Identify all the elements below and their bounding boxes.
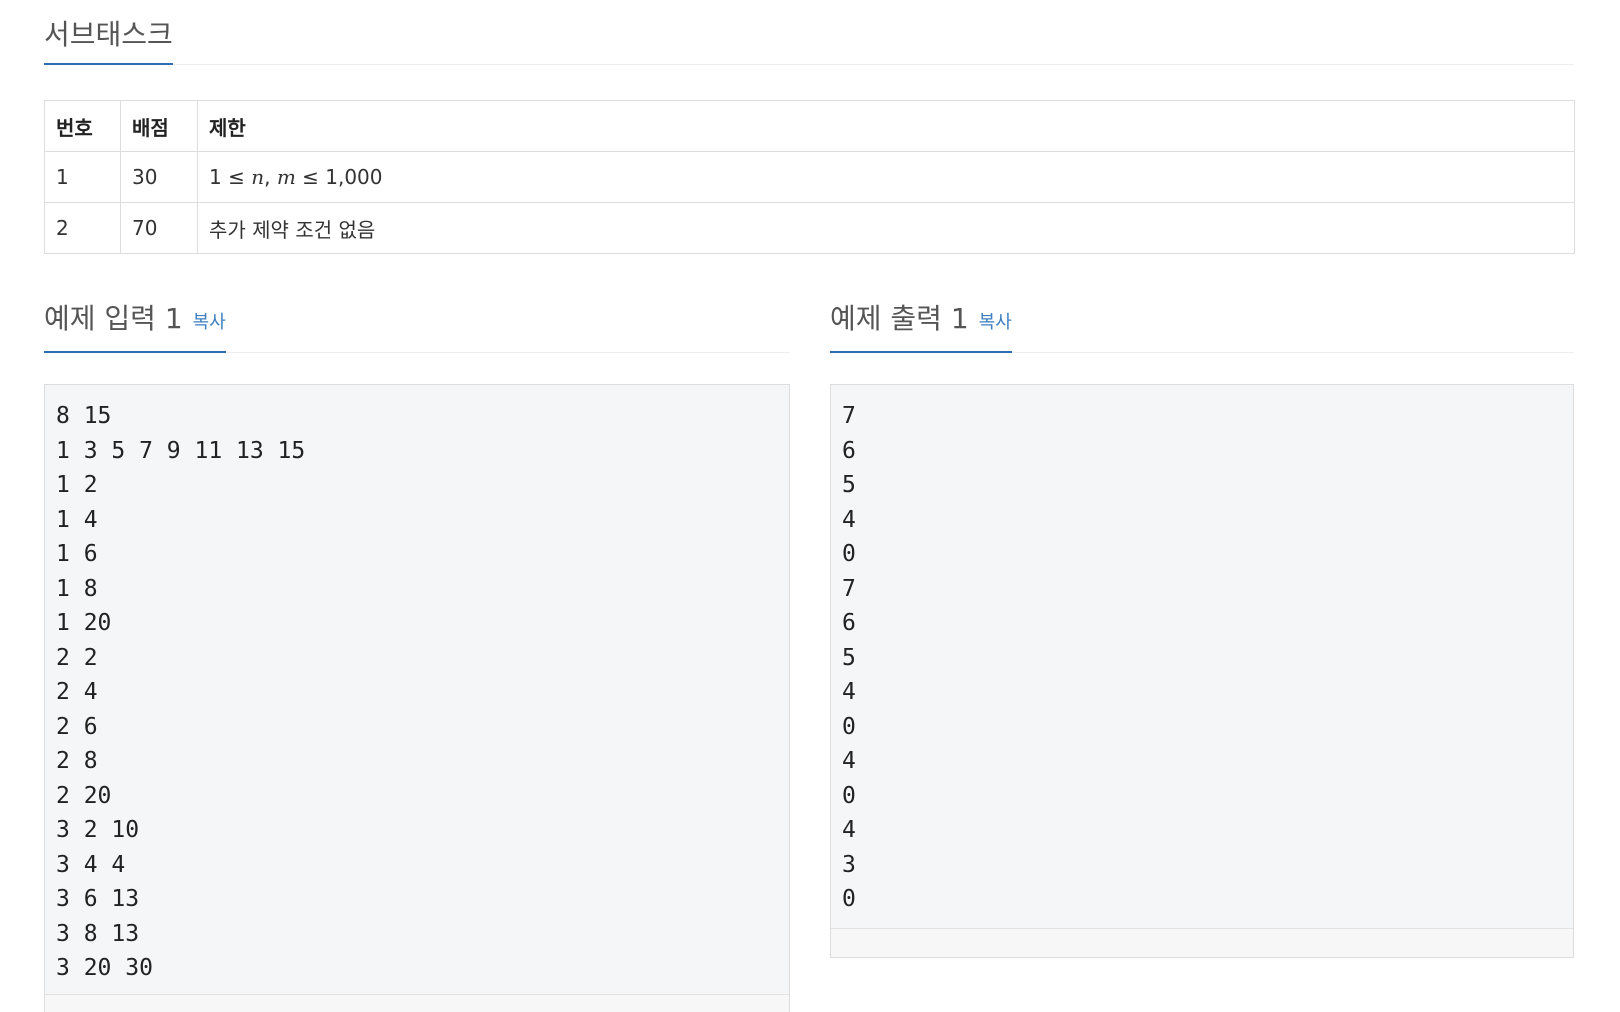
subtask-limit: 추가 제약 조건 없음 [197,202,1575,254]
sample-output-title-wrap: 예제 출력 1 복사 [830,299,1012,353]
column-header-score: 배점 [120,100,198,152]
copy-input-button[interactable]: 복사 [193,312,226,333]
subtask-number: 2 [44,202,121,254]
math-variable-n: n [251,165,265,189]
sample-input-header: 예제 입력 1 복사 [44,284,790,353]
subtask-score: 30 [120,151,198,203]
subtask-score: 70 [120,202,198,254]
table-row: 1 30 1 ≤ n, m ≤ 1,000 [44,151,1575,203]
sample-output-box[interactable]: 7 6 5 4 0 7 6 5 4 0 4 0 4 3 0 [830,384,1574,958]
table-row: 2 70 추가 제약 조건 없음 [44,202,1575,254]
sample-output-title: 예제 출력 1 [830,302,969,335]
limit-text: ≤ 1,000 [295,165,383,189]
copy-output-button[interactable]: 복사 [979,312,1012,333]
math-variable-m: m [276,165,296,189]
subtask-number: 1 [44,151,121,203]
table-header-row: 번호 배점 제한 [44,100,1575,152]
limit-text: 1 ≤ [209,165,252,189]
sample-input-title-wrap: 예제 입력 1 복사 [44,299,226,353]
sample-output-header: 예제 출력 1 복사 [830,284,1574,353]
column-header-limit: 제한 [197,100,1575,152]
subtask-table: 번호 배점 제한 1 30 1 ≤ n, m ≤ 1,000 2 70 추가 제… [44,100,1575,254]
subtask-section-header: 서브태스크 [44,0,1574,65]
sample-input-title: 예제 입력 1 [44,302,183,335]
limit-text: , [264,165,277,189]
sample-input-box[interactable]: 8 15 1 3 5 7 9 11 13 15 1 2 1 4 1 6 1 8 … [44,384,790,1012]
subtask-title: 서브태스크 [44,15,173,65]
subtask-limit: 1 ≤ n, m ≤ 1,000 [197,151,1575,203]
column-header-number: 번호 [44,100,121,152]
